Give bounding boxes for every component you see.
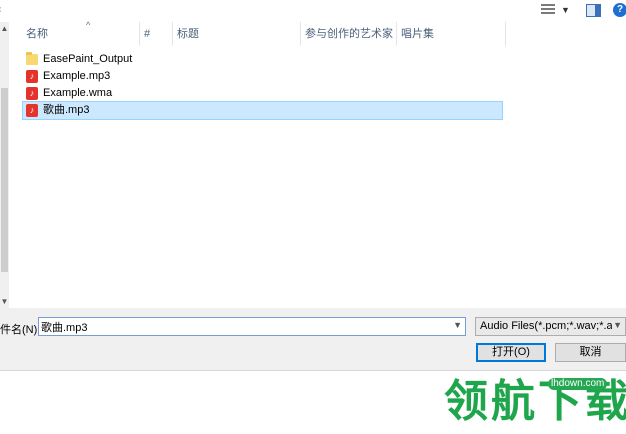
toolbar: ‹ ▼ ?: [0, 0, 626, 22]
column-header-row: ^ 名称 # 标题 参与创作的艺术家 唱片集: [10, 20, 626, 46]
watermark-url: lhdown.com: [548, 378, 608, 390]
filename-input[interactable]: [41, 318, 441, 335]
column-header-album[interactable]: 唱片集: [397, 22, 506, 46]
column-header-name[interactable]: 名称: [22, 22, 140, 46]
music-file-icon: ♪: [26, 104, 38, 117]
file-list-item[interactable]: EasePaint_Output: [23, 51, 502, 68]
column-header-number[interactable]: #: [140, 22, 173, 46]
file-list-item[interactable]: ♪ Example.wma: [23, 85, 502, 102]
open-button[interactable]: 打开(O): [476, 343, 546, 362]
preview-pane-icon[interactable]: [586, 4, 601, 17]
chevron-down-icon[interactable]: ▼: [613, 320, 622, 330]
file-name: EasePaint_Output: [43, 53, 133, 65]
chevron-left-icon[interactable]: ‹: [0, 4, 1, 15]
filename-label: 件名(N):: [0, 324, 41, 336]
chevron-down-icon[interactable]: ▼: [453, 320, 462, 330]
file-dialog-footer: 件名(N): ▼ Audio Files(*.pcm;*.wav;*.amr ▼…: [0, 308, 626, 370]
file-name: 歌曲.mp3: [43, 104, 90, 116]
music-file-icon: ♪: [26, 87, 38, 100]
column-header-title[interactable]: 标题: [173, 22, 301, 46]
file-list-item[interactable]: ♪ 歌曲.mp3: [22, 101, 503, 120]
view-options-icon[interactable]: [541, 4, 555, 16]
file-name: Example.wma: [43, 87, 113, 99]
filename-combobox[interactable]: ▼: [38, 317, 466, 336]
file-name: Example.mp3: [43, 70, 111, 82]
vertical-scrollbar[interactable]: ▲ ▼: [0, 22, 9, 308]
filetype-select[interactable]: Audio Files(*.pcm;*.wav;*.amr ▼: [475, 317, 626, 336]
cancel-button[interactable]: 取消: [555, 343, 626, 362]
chevron-down-icon[interactable]: ▼: [561, 5, 570, 15]
scroll-up-icon[interactable]: ▲: [0, 24, 9, 33]
file-list-item[interactable]: ♪ Example.mp3: [23, 68, 502, 85]
scroll-down-icon[interactable]: ▼: [0, 297, 9, 306]
music-file-icon: ♪: [26, 70, 38, 83]
help-icon[interactable]: ?: [613, 3, 626, 17]
scrollbar-thumb[interactable]: [1, 88, 8, 272]
folder-icon: [26, 52, 38, 65]
filetype-selected: Audio Files(*.pcm;*.wav;*.amr: [480, 320, 612, 332]
column-header-artists[interactable]: 参与创作的艺术家: [301, 22, 397, 46]
